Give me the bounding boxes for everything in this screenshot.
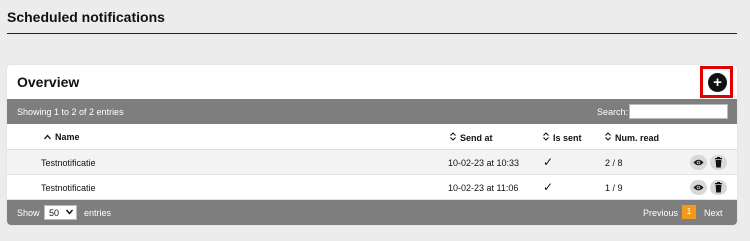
cell-send-at: 10-02-23 at 11:06 bbox=[448, 183, 519, 193]
cell-name: Testnotificatie bbox=[41, 158, 96, 168]
card-title: Overview bbox=[17, 74, 80, 90]
table-row: Testnotificatie 10-02-23 at 10:33 ✓ 2 / … bbox=[7, 150, 737, 175]
entries-label: entries bbox=[84, 208, 112, 218]
page-size-select[interactable]: 50 bbox=[44, 205, 77, 220]
page-size-value: 50 bbox=[49, 208, 60, 218]
column-header-name[interactable]: Name bbox=[44, 132, 80, 142]
table-footer: Show 50 entries Previous 1 Next bbox=[7, 200, 737, 225]
search-label: Search: bbox=[597, 107, 629, 117]
cell-send-at: 10-02-23 at 10:33 bbox=[448, 158, 520, 168]
show-label: Show bbox=[17, 208, 40, 218]
overview-card: Overview + Showing 1 to 2 of 2 entries S… bbox=[7, 65, 737, 225]
checkmark-icon: ✓ bbox=[543, 155, 554, 169]
column-header-send-at-label: Send at bbox=[460, 133, 493, 143]
view-button[interactable] bbox=[690, 155, 707, 170]
search-input[interactable] bbox=[629, 104, 728, 119]
next-page-link[interactable]: Next bbox=[704, 208, 723, 218]
table-toolbar: Showing 1 to 2 of 2 entries Search: bbox=[7, 99, 737, 124]
title-divider bbox=[7, 33, 737, 34]
eye-icon bbox=[693, 184, 704, 191]
delete-button[interactable] bbox=[710, 155, 727, 170]
sort-both-icon bbox=[543, 132, 549, 143]
column-header-name-label: Name bbox=[55, 132, 80, 142]
sort-both-icon bbox=[605, 132, 611, 143]
column-header-send-at[interactable]: Send at bbox=[450, 132, 493, 143]
add-notification-button[interactable]: + bbox=[708, 73, 727, 92]
trash-icon bbox=[715, 182, 722, 193]
sort-both-icon bbox=[450, 132, 456, 143]
column-header-num-read[interactable]: Num. read bbox=[605, 132, 659, 143]
trash-icon bbox=[715, 157, 722, 168]
entries-info: Showing 1 to 2 of 2 entries bbox=[17, 107, 124, 117]
cell-name: Testnotificatie bbox=[41, 183, 96, 193]
column-header-num-read-label: Num. read bbox=[615, 133, 660, 143]
chevron-down-icon bbox=[65, 207, 74, 218]
page-number-current[interactable]: 1 bbox=[682, 205, 696, 219]
delete-button[interactable] bbox=[710, 180, 727, 195]
card-header: Overview + bbox=[7, 65, 737, 99]
up-arrow-icon bbox=[44, 133, 51, 142]
previous-page-link[interactable]: Previous bbox=[643, 208, 678, 218]
eye-icon bbox=[693, 159, 704, 166]
cell-num-read: 2 / 8 bbox=[605, 158, 623, 168]
page-title: Scheduled notifications bbox=[7, 9, 165, 25]
checkmark-icon: ✓ bbox=[543, 180, 554, 194]
table-row: Testnotificatie 10-02-23 at 11:06 ✓ 1 / … bbox=[7, 175, 737, 200]
view-button[interactable] bbox=[690, 180, 707, 195]
column-header-is-sent-label: Is sent bbox=[553, 133, 582, 143]
table-header: Name Send at Is sent Num. read bbox=[7, 124, 737, 150]
cell-num-read: 1 / 9 bbox=[605, 183, 623, 193]
column-header-is-sent[interactable]: Is sent bbox=[543, 132, 582, 143]
